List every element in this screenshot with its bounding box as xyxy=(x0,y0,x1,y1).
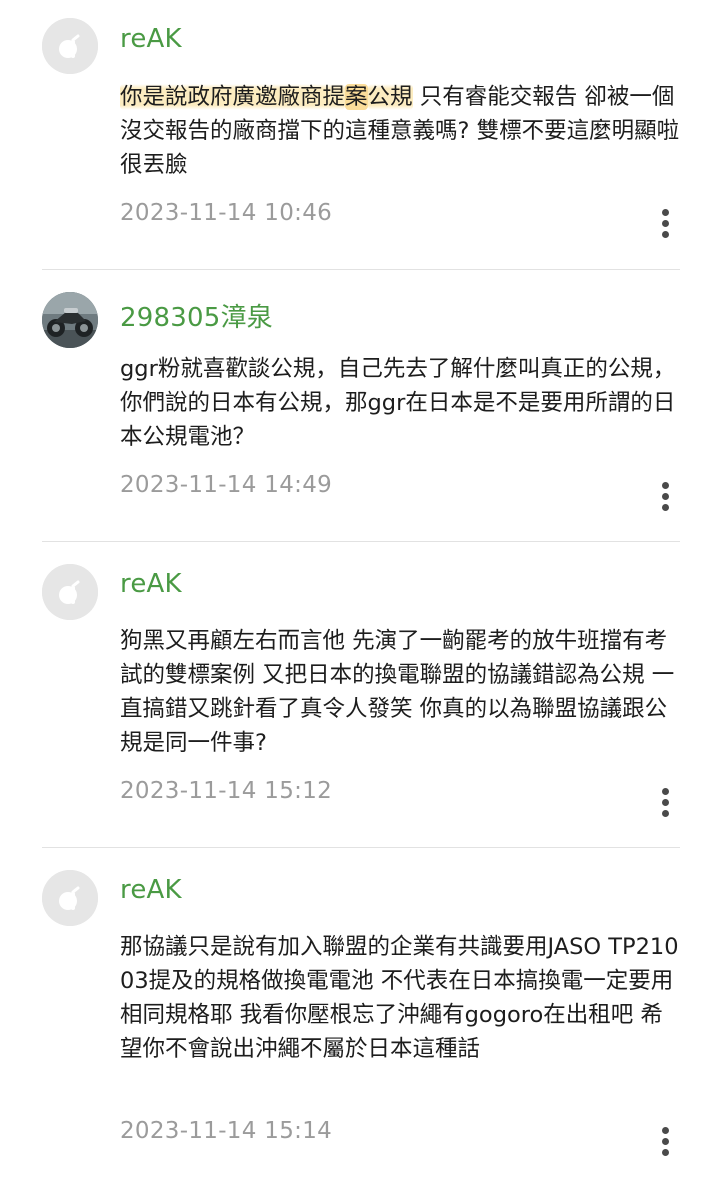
more-vertical-icon xyxy=(661,207,669,240)
timestamp: 2023-11-14 14:49 xyxy=(120,472,333,498)
more-options-button[interactable] xyxy=(650,479,680,513)
comment-body: 狗黑又再顧左右而言他 先演了一齣罷考的放牛班擋有考試的雙標案例 又把日本的換電聯… xyxy=(120,628,675,756)
more-vertical-icon xyxy=(661,786,669,819)
comment-item: reAK 狗黑又再顧左右而言他 先演了一齣罷考的放牛班擋有考試的雙標案例 又把日… xyxy=(42,542,680,848)
avatar[interactable] xyxy=(42,870,98,926)
default-user-avatar-icon xyxy=(42,18,98,74)
highlighted-text: 案 xyxy=(345,84,368,110)
more-vertical-icon xyxy=(661,480,669,513)
avatar[interactable] xyxy=(42,292,98,348)
comment-list: reAK 你是說政府廣邀廠商提案公規 只有睿能交報告 卻被一個沒交報告的廠商擋下… xyxy=(0,0,720,1178)
highlighted-text: 你是說政府廣邀廠商提 xyxy=(120,84,346,110)
more-vertical-icon xyxy=(661,1125,669,1158)
motorcycle-photo-avatar-icon xyxy=(42,292,98,348)
username[interactable]: 298305漳泉 xyxy=(120,297,273,334)
default-user-avatar-icon xyxy=(42,564,98,620)
comment-body: ggr粉就喜歡談公規，自己先去了解什麼叫真正的公規，你們說的日本有公規，那ggr… xyxy=(120,356,676,450)
comment-body: 你是說政府廣邀廠商提案公規 只有睿能交報告 卻被一個沒交報告的廠商擋下的這種意義… xyxy=(120,80,680,182)
more-options-button[interactable] xyxy=(650,206,680,240)
avatar[interactable] xyxy=(42,18,98,74)
comment-item: reAK 那協議只是說有加入聯盟的企業有共識要用JASO TP21003提及的規… xyxy=(42,848,680,1178)
comment-item: reAK 你是說政府廣邀廠商提案公規 只有睿能交報告 卻被一個沒交報告的廠商擋下… xyxy=(42,18,680,270)
more-options-button[interactable] xyxy=(650,1124,680,1158)
timestamp: 2023-11-14 15:14 xyxy=(120,1118,333,1144)
default-user-avatar-icon xyxy=(42,870,98,926)
more-options-button[interactable] xyxy=(650,785,680,819)
comment-body: 那協議只是說有加入聯盟的企業有共識要用JASO TP21003提及的規格做換電電… xyxy=(120,934,679,1062)
avatar[interactable] xyxy=(42,564,98,620)
timestamp: 2023-11-14 10:46 xyxy=(120,200,333,226)
username[interactable]: reAK xyxy=(120,875,182,905)
timestamp: 2023-11-14 15:12 xyxy=(120,778,333,804)
username[interactable]: reAK xyxy=(120,24,182,54)
username[interactable]: reAK xyxy=(120,569,182,599)
highlighted-text: 公規 xyxy=(367,84,413,110)
comment-item: 298305漳泉 ggr粉就喜歡談公規，自己先去了解什麼叫真正的公規，你們說的日… xyxy=(42,270,680,542)
